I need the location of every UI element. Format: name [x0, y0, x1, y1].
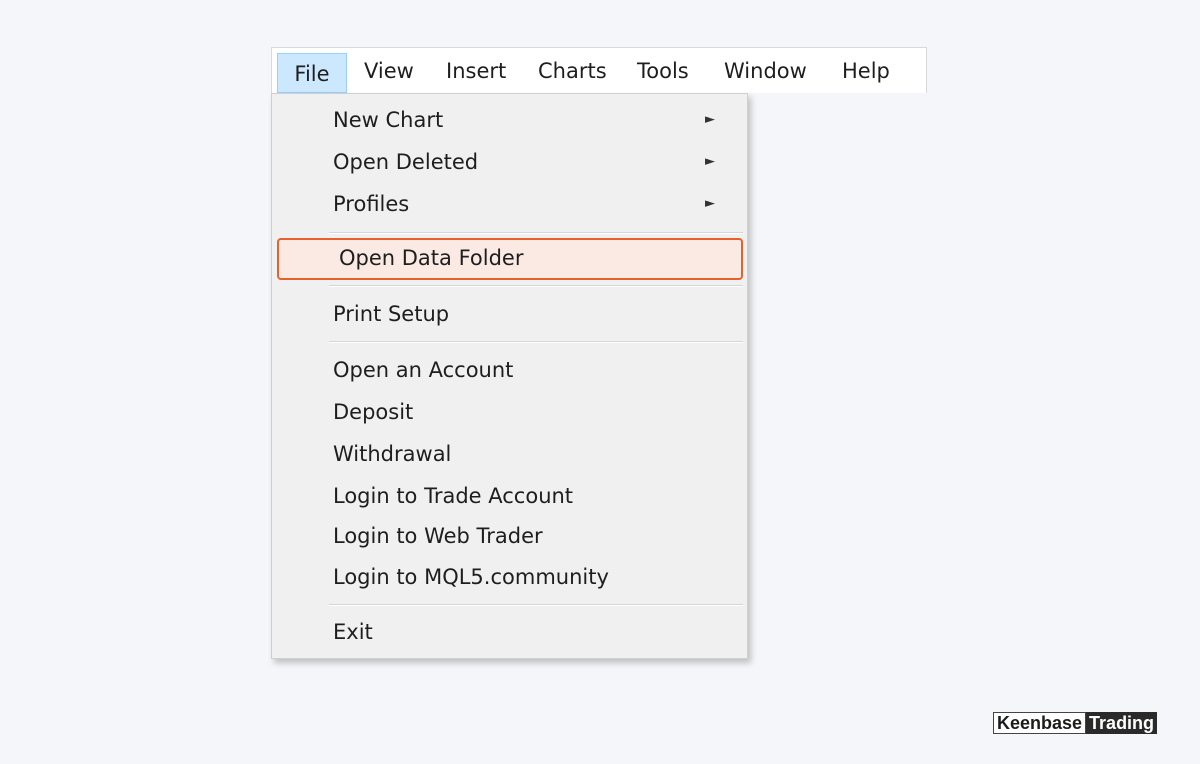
menu-item-label: Login to Web Trader — [333, 524, 543, 548]
menu-item-print-setup[interactable]: Print Setup — [272, 294, 747, 334]
menu-view[interactable]: View — [364, 48, 414, 94]
menu-item-open-an-account[interactable]: Open an Account — [272, 350, 747, 390]
file-dropdown-menu: New Chart ► Open Deleted ► Profiles ► Op… — [271, 93, 748, 659]
logo-text-keenbase: Keenbase — [993, 712, 1087, 734]
menu-item-label: Login to MQL5.community — [333, 565, 609, 589]
submenu-arrow-icon: ► — [705, 154, 715, 169]
menu-separator — [329, 341, 743, 343]
menu-item-label: Login to Trade Account — [333, 484, 574, 508]
menu-item-label: Exit — [333, 620, 373, 644]
menu-item-open-data-folder[interactable]: Open Data Folder — [277, 238, 743, 280]
menu-item-label: Withdrawal — [333, 442, 452, 466]
keenbase-trading-logo: Keenbase Trading — [993, 712, 1158, 734]
menu-file[interactable]: File — [277, 53, 347, 93]
menu-item-deposit[interactable]: Deposit — [272, 392, 747, 432]
menu-item-login-web-trader[interactable]: Login to Web Trader — [272, 516, 747, 556]
submenu-arrow-icon: ► — [705, 112, 715, 127]
menu-item-withdrawal[interactable]: Withdrawal — [272, 434, 747, 474]
menu-separator — [329, 232, 743, 234]
menu-item-label: Open Data Folder — [339, 246, 524, 270]
menu-item-profiles[interactable]: Profiles ► — [272, 184, 747, 224]
menu-help[interactable]: Help — [842, 48, 890, 94]
menu-item-exit[interactable]: Exit — [272, 612, 747, 652]
menu-separator — [329, 285, 743, 287]
menu-item-login-mql5-community[interactable]: Login to MQL5.community — [272, 557, 747, 597]
menu-item-label: Print Setup — [333, 302, 450, 326]
menu-separator — [329, 604, 743, 606]
menu-insert[interactable]: Insert — [446, 48, 506, 94]
menu-tools[interactable]: Tools — [637, 48, 689, 94]
menu-item-label: New Chart — [333, 108, 444, 132]
menu-charts[interactable]: Charts — [538, 48, 607, 94]
submenu-arrow-icon: ► — [705, 196, 715, 211]
menu-bar: File View Insert Charts Tools Window Hel… — [271, 47, 927, 93]
menu-window[interactable]: Window — [724, 48, 807, 94]
menu-item-label: Open Deleted — [333, 150, 479, 174]
logo-text-trading: Trading — [1086, 712, 1158, 734]
menu-item-label: Open an Account — [333, 358, 514, 382]
menu-item-label: Deposit — [333, 400, 414, 424]
menu-item-open-deleted[interactable]: Open Deleted ► — [272, 142, 747, 182]
menu-item-login-trade-account[interactable]: Login to Trade Account — [272, 476, 747, 516]
menu-item-new-chart[interactable]: New Chart ► — [272, 100, 747, 140]
menu-item-label: Profiles — [333, 192, 410, 216]
